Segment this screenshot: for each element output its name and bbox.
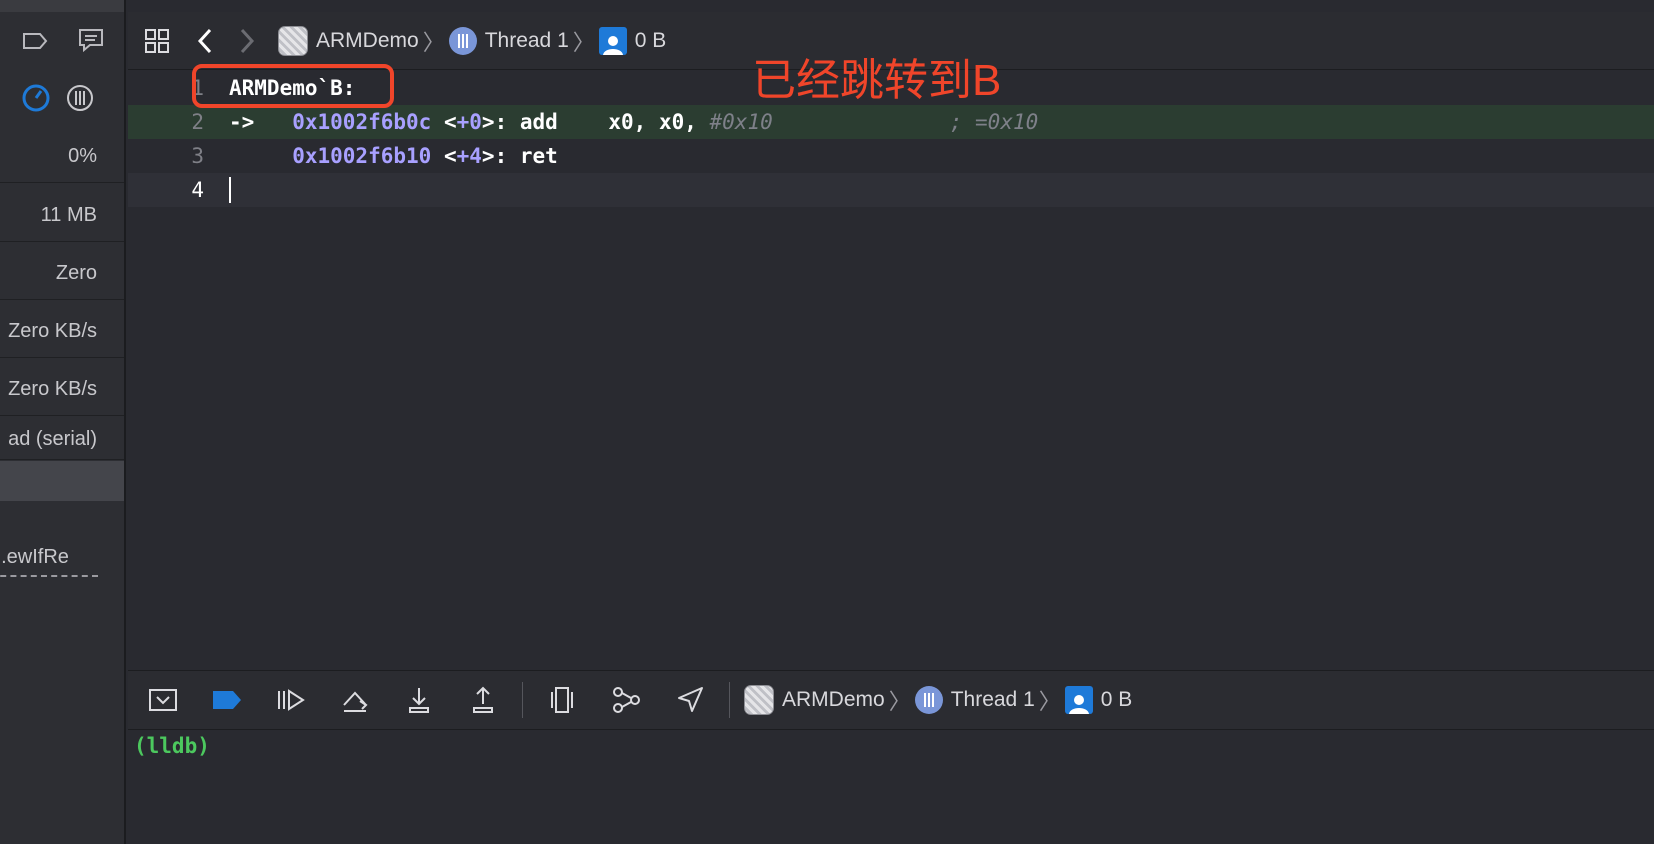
lldb-prompt: (lldb)	[134, 734, 210, 758]
annotation-highlight-box	[192, 64, 394, 108]
debug-bar: ARMDemo 〉 Thread 1 〉 0 B	[128, 670, 1654, 730]
lldb-console[interactable]: (lldb)	[128, 730, 1654, 844]
step-out-button[interactable]	[458, 680, 508, 720]
line-number: 4	[191, 178, 204, 202]
simulate-location-button[interactable]	[665, 680, 715, 720]
code-line: 3 0x1002f6b10 < +4 >: ret	[128, 139, 1654, 173]
report-navigator-icon[interactable]	[76, 26, 106, 54]
code-line-cursor: 4	[128, 173, 1654, 207]
breadcrumb-thread[interactable]: Thread 1	[485, 29, 569, 53]
app-icon	[278, 25, 308, 56]
disk-gauge[interactable]: Zero KB/s	[0, 300, 124, 358]
instruction-text: : add x0, x0,	[494, 110, 710, 134]
instruction-offset: +4	[456, 144, 482, 168]
breakpoint-icon	[213, 691, 241, 709]
debug-breadcrumb-app[interactable]: ARMDemo	[782, 688, 885, 712]
debug-navigator: 0% 11 MB Zero Zero KB/s Zero KB/s ad (se…	[0, 0, 126, 844]
annotation-text: 已经跳转到B	[752, 56, 1002, 105]
selected-thread-row[interactable]	[0, 461, 124, 501]
offset-bracket: <	[443, 144, 457, 168]
toolbar-divider	[522, 682, 523, 718]
queue-row[interactable]: ad (serial)	[0, 412, 124, 460]
energy-value: Zero	[55, 262, 97, 284]
location-arrow-icon	[678, 687, 703, 712]
pc-marker: ->	[229, 110, 255, 134]
stack-frame-icon	[598, 26, 627, 55]
breadcrumb-separator-icon: 〉	[572, 29, 595, 55]
back-chevron-icon[interactable]	[188, 24, 222, 58]
toolbar-divider	[729, 682, 730, 718]
memory-graph-button[interactable]	[601, 680, 651, 720]
disk-value: Zero KB/s	[8, 320, 97, 342]
queue-label: ad (serial)	[8, 428, 97, 450]
breadcrumb: ARMDemo 〉 Thread 1 〉 0 B	[278, 25, 666, 57]
breadcrumb-app[interactable]: ARMDemo	[316, 29, 419, 53]
continue-icon	[278, 689, 305, 711]
step-into-button[interactable]	[394, 680, 444, 720]
step-out-icon	[473, 686, 493, 713]
instruction-comment: ; =0x10	[949, 110, 1039, 134]
related-items-icon[interactable]	[140, 24, 174, 58]
cpu-gauge[interactable]: 0%	[0, 125, 124, 183]
view-hierarchy-button[interactable]	[537, 680, 587, 720]
offset-bracket: >	[481, 110, 495, 134]
instruction-offset: +0	[456, 110, 482, 134]
step-over-icon	[343, 691, 368, 712]
breadcrumb-separator-icon: 〉	[888, 689, 911, 714]
view-hierarchy-icon	[551, 687, 573, 713]
line-number: 2	[191, 110, 204, 134]
cpu-value: 0%	[68, 145, 97, 167]
stack-frame-icon	[1064, 686, 1093, 714]
offset-bracket: >	[481, 144, 495, 168]
code-line-current-pc: 2 -> 0x1002f6b0c < +0 >: add x0, x0, #0x10…	[128, 105, 1654, 139]
stack-frame-label[interactable]: ewIfRe...	[0, 546, 98, 577]
sidebar-top-border	[0, 0, 124, 12]
hide-console-icon	[149, 689, 177, 711]
thread-view-icon[interactable]	[64, 82, 96, 114]
continue-button[interactable]	[266, 680, 316, 720]
breakpoint-navigator-icon[interactable]	[20, 28, 50, 54]
breadcrumb-separator-icon: 〉	[1038, 689, 1061, 714]
instruction-address: 0x1002f6b0c	[292, 110, 432, 134]
memory-graph-icon	[613, 687, 640, 713]
memory-gauge[interactable]: 11 MB	[0, 184, 124, 242]
network-value: Zero KB/s	[8, 378, 97, 400]
gauges-icon[interactable]	[20, 82, 52, 114]
app-icon	[744, 685, 774, 715]
instruction-address: 0x1002f6b10	[292, 144, 432, 168]
debug-breadcrumb-thread[interactable]: Thread 1	[951, 688, 1035, 712]
debug-breadcrumb-frame[interactable]: 0 B	[1101, 688, 1133, 712]
text-caret	[229, 177, 231, 203]
step-over-button[interactable]	[330, 680, 380, 720]
breakpoints-toggle-button[interactable]	[202, 680, 252, 720]
memory-value: 11 MB	[40, 204, 97, 226]
breadcrumb-separator-icon: 〉	[422, 29, 445, 55]
breadcrumb-frame[interactable]: 0 B	[635, 29, 667, 53]
energy-gauge[interactable]: Zero	[0, 242, 124, 300]
step-into-icon	[409, 688, 429, 713]
instruction-immediate: #0x10	[709, 110, 773, 134]
debug-breadcrumb: ARMDemo 〉 Thread 1 〉 0 B	[744, 684, 1132, 716]
offset-bracket: <	[443, 110, 457, 134]
instruction-text: : ret	[494, 144, 558, 168]
thread-icon	[914, 686, 943, 714]
thread-icon	[448, 26, 477, 55]
line-number: 3	[191, 144, 204, 168]
hide-console-button[interactable]	[138, 680, 188, 720]
forward-chevron-icon[interactable]	[230, 24, 264, 58]
network-gauge[interactable]: Zero KB/s	[0, 358, 124, 416]
